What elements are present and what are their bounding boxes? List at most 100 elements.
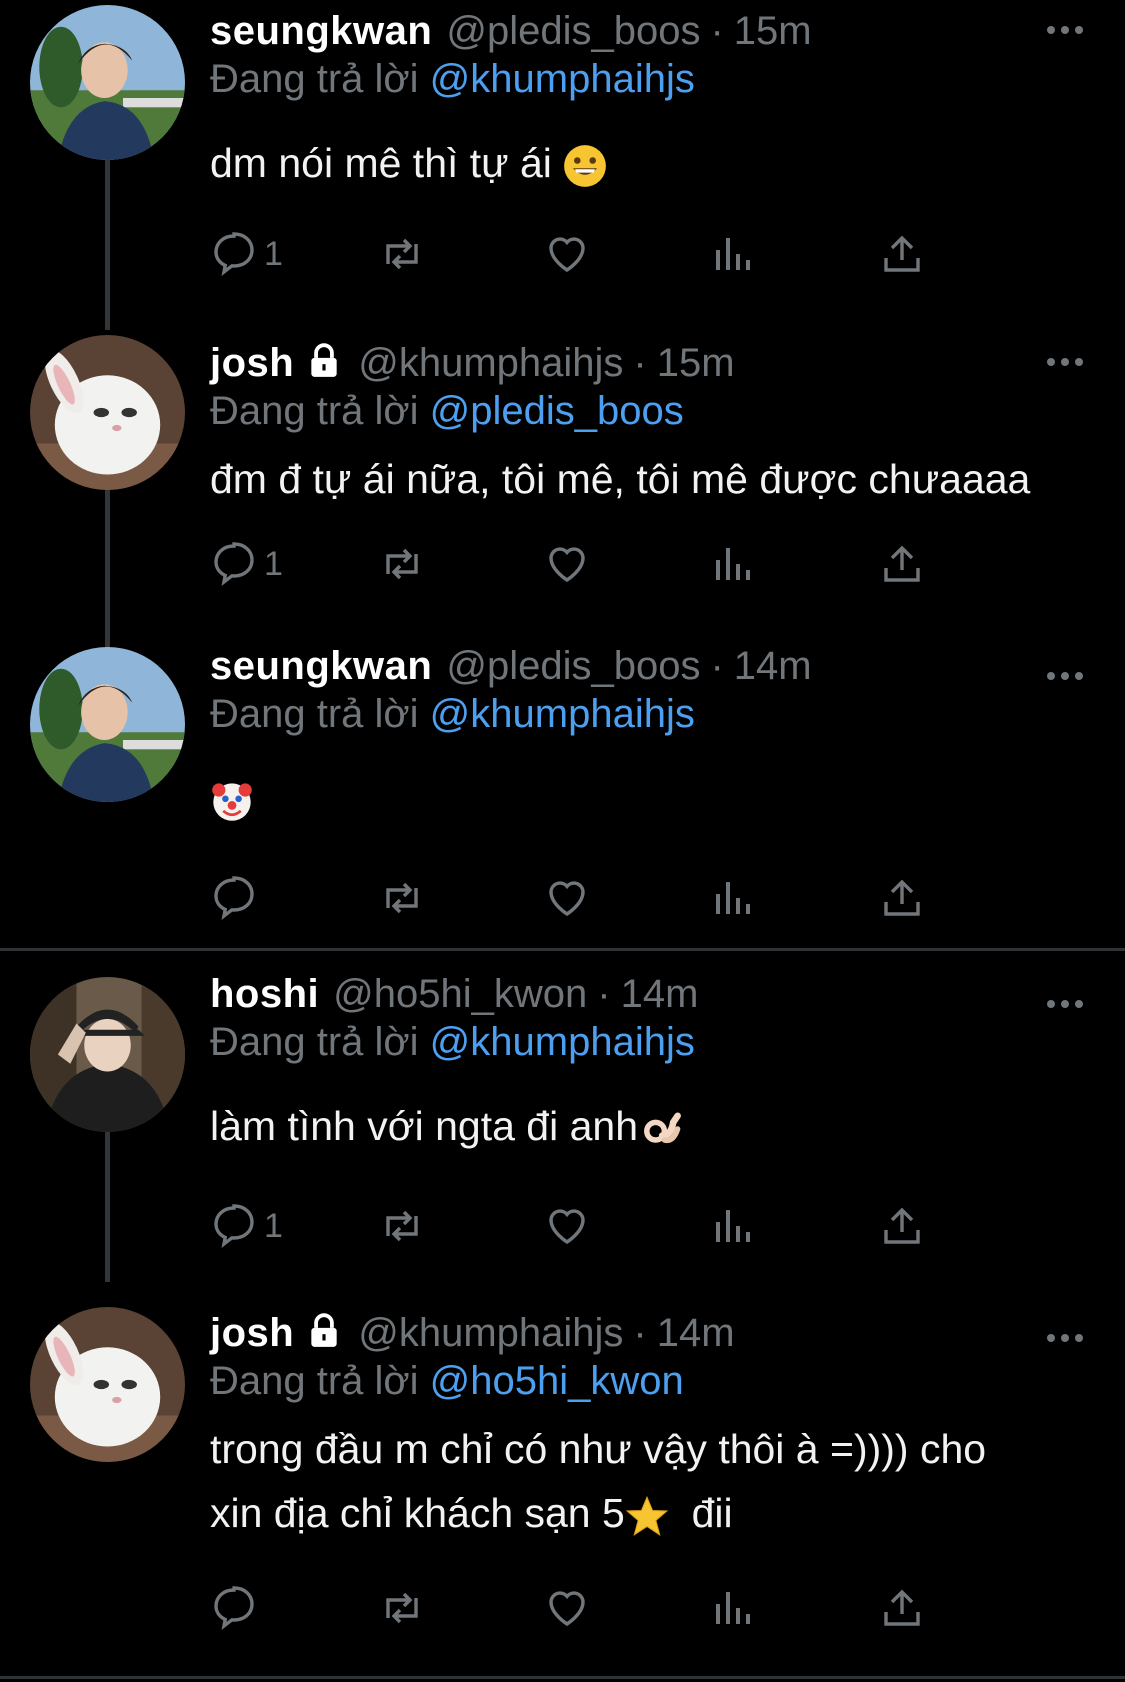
timestamp[interactable]: 14m: [734, 642, 812, 690]
reply-button[interactable]: [210, 874, 264, 922]
heart-icon: [549, 1209, 585, 1245]
avatar[interactable]: [30, 977, 185, 1132]
share-button[interactable]: [878, 874, 926, 922]
reply-button[interactable]: [210, 1584, 264, 1632]
display-name[interactable]: seungkwan: [210, 7, 432, 55]
share-icon: [884, 235, 920, 272]
tweet[interactable]: josh @khumphaihjs · 15m Đang trả lời @pl…: [0, 330, 1125, 660]
more-options-icon[interactable]: [1045, 666, 1085, 686]
views-button[interactable]: [708, 874, 756, 922]
thread-divider: [0, 948, 1125, 951]
reply-icon: [214, 1586, 254, 1631]
star-icon: [625, 1496, 669, 1537]
lock-icon: [304, 342, 344, 380]
like-button[interactable]: [543, 874, 591, 922]
tweet-text: dm nói mê thì tự ái: [210, 131, 1085, 195]
avatar[interactable]: [30, 335, 185, 490]
analytics-icon: [716, 882, 750, 914]
mention-link[interactable]: @khumphaihjs: [430, 57, 695, 101]
timestamp[interactable]: 15m: [734, 7, 812, 55]
views-button[interactable]: [708, 1202, 756, 1250]
heart-icon: [549, 237, 585, 273]
reply-button[interactable]: 1: [210, 230, 283, 278]
person-cap-avatar-icon: [30, 977, 185, 1132]
timestamp[interactable]: 14m: [621, 970, 699, 1018]
retweet-button[interactable]: [378, 1202, 426, 1250]
mention-link[interactable]: @pledis_boos: [430, 389, 684, 433]
reply-count: 1: [264, 1206, 283, 1245]
like-button[interactable]: [543, 540, 591, 588]
heart-icon: [549, 547, 585, 583]
replying-to-label: Đang trả lời: [210, 57, 419, 101]
thread-connector: [105, 490, 110, 660]
like-button[interactable]: [543, 1202, 591, 1250]
heart-icon: [549, 881, 585, 917]
share-icon: [884, 1207, 920, 1244]
retweet-button[interactable]: [378, 540, 426, 588]
share-button[interactable]: [878, 230, 926, 278]
tweet[interactable]: josh @khumphaihjs · 14m Đang trả lời @ho…: [0, 1302, 1125, 1682]
reply-button[interactable]: 1: [210, 1202, 283, 1250]
reply-count: 1: [264, 544, 283, 583]
tweet[interactable]: seungkwan @pledis_boos · 15m Đang trả lờ…: [0, 0, 1125, 330]
retweet-button[interactable]: [378, 1584, 426, 1632]
views-button[interactable]: [708, 230, 756, 278]
ok-hand-icon: [644, 1112, 681, 1144]
more-options-icon[interactable]: [1045, 20, 1085, 40]
tweet[interactable]: seungkwan @pledis_boos · 14m Đang trả lờ…: [0, 642, 1125, 942]
timestamp[interactable]: 15m: [657, 339, 735, 387]
handle[interactable]: @ho5hi_kwon: [333, 970, 587, 1018]
share-button[interactable]: [878, 1584, 926, 1632]
retweet-icon: [386, 238, 418, 270]
reply-icon: [214, 542, 254, 587]
person-avatar-icon: [30, 647, 185, 802]
separator: ·: [633, 341, 647, 385]
avatar[interactable]: [30, 5, 185, 160]
heart-icon: [549, 1591, 585, 1627]
retweet-icon: [386, 548, 418, 580]
white-rabbit-avatar-icon: [30, 335, 185, 490]
handle[interactable]: @pledis_boos: [446, 642, 700, 690]
display-name[interactable]: hoshi: [210, 970, 319, 1018]
like-button[interactable]: [543, 1584, 591, 1632]
lock-icon: [304, 1312, 344, 1350]
avatar[interactable]: [30, 1307, 185, 1462]
handle[interactable]: @khumphaihjs: [358, 1309, 623, 1357]
analytics-icon: [716, 1210, 750, 1242]
like-button[interactable]: [543, 230, 591, 278]
retweet-icon: [386, 882, 418, 914]
bottom-divider: [0, 1676, 1125, 1679]
display-name[interactable]: seungkwan: [210, 642, 432, 690]
views-button[interactable]: [708, 540, 756, 588]
timestamp[interactable]: 14m: [657, 1309, 735, 1357]
more-options-icon[interactable]: [1045, 352, 1085, 372]
clown-face-icon: [212, 783, 252, 821]
retweet-icon: [386, 1592, 418, 1624]
display-name[interactable]: josh: [210, 1309, 294, 1357]
tweet-text: [210, 766, 1085, 830]
share-button[interactable]: [878, 1202, 926, 1250]
more-options-icon[interactable]: [1045, 1328, 1085, 1348]
share-icon: [884, 1589, 920, 1626]
more-options-icon[interactable]: [1045, 994, 1085, 1014]
tweet[interactable]: hoshi @ho5hi_kwon · 14m Đang trả lời @kh…: [0, 970, 1125, 1282]
reply-icon: [214, 232, 254, 277]
handle[interactable]: @pledis_boos: [446, 7, 700, 55]
handle[interactable]: @khumphaihjs: [358, 339, 623, 387]
thread-connector: [105, 160, 110, 330]
views-button[interactable]: [708, 1584, 756, 1632]
mention-link[interactable]: @ho5hi_kwon: [430, 1359, 684, 1403]
reply-count: 1: [264, 234, 283, 273]
mention-link[interactable]: @khumphaihjs: [430, 1020, 695, 1064]
share-button[interactable]: [878, 540, 926, 588]
retweet-button[interactable]: [378, 230, 426, 278]
thread-connector: [105, 1132, 110, 1282]
avatar[interactable]: [30, 647, 185, 802]
person-avatar-icon: [30, 5, 185, 160]
display-name[interactable]: josh: [210, 339, 294, 387]
replying-to-label: Đang trả lời: [210, 389, 419, 433]
tweet-text: đm đ tự ái nữa, tôi mê, tôi mê được chưa…: [210, 456, 1031, 502]
mention-link[interactable]: @khumphaihjs: [430, 692, 695, 736]
reply-button[interactable]: 1: [210, 540, 283, 588]
retweet-button[interactable]: [378, 874, 426, 922]
